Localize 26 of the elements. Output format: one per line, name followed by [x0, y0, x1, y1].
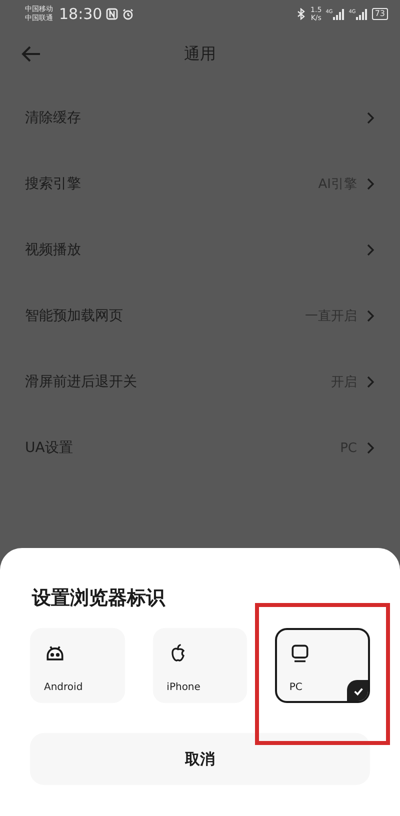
nfc-icon: [106, 8, 118, 20]
chevron-right-icon: [365, 442, 375, 454]
signal-icon: [356, 8, 368, 20]
option-card[interactable]: Android: [30, 628, 125, 703]
page-title: 通用: [184, 44, 216, 64]
alarm-icon: [122, 8, 134, 20]
chevron-right-icon: [365, 112, 375, 124]
sheet-title: 设置浏览器标识: [32, 586, 166, 611]
setting-label[interactable]: 搜索引擎: [25, 175, 310, 193]
setting-label[interactable]: 智能预加载网页: [25, 307, 297, 325]
chevron-right-icon: [365, 244, 375, 256]
check-icon: [347, 680, 368, 701]
status-time: 18:30: [59, 5, 102, 23]
setting-label[interactable]: 清除缓存: [25, 109, 357, 127]
option-card[interactable]: PC: [275, 628, 370, 703]
monitor-icon: [289, 642, 312, 664]
setting-label[interactable]: 视频播放: [25, 241, 357, 259]
signal-icon: [332, 8, 345, 20]
setting-label[interactable]: UA设置: [25, 439, 332, 457]
chevron-right-icon: [365, 376, 375, 388]
chevron-right-icon: [365, 310, 375, 322]
chevron-right-icon: [365, 178, 375, 190]
setting-label[interactable]: 滑屏前进后退开关: [25, 373, 323, 391]
option-card[interactable]: iPhone: [152, 628, 248, 703]
battery-level: 73: [372, 8, 388, 20]
cancel-button[interactable]: 取消: [30, 733, 370, 785]
